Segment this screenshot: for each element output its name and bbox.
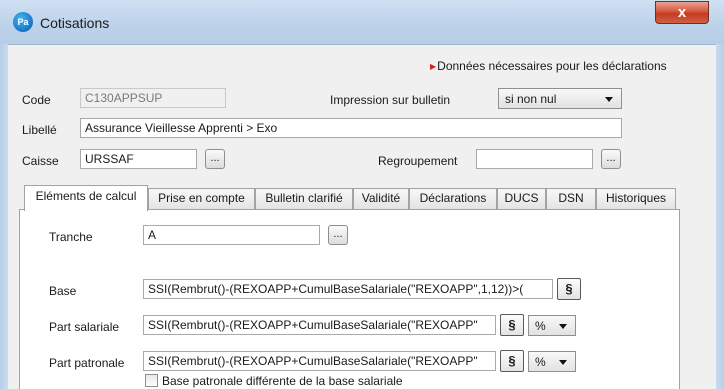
tab-declarations[interactable]: Déclarations: [409, 188, 497, 209]
chevron-down-icon: [605, 97, 613, 102]
tab-historiques[interactable]: Historiques: [596, 188, 676, 209]
window-title: Cotisations: [40, 15, 110, 31]
title-bar: Pa Cotisations x: [0, 0, 724, 44]
part-salariale-unit-value: %: [535, 319, 546, 333]
part-salariale-unit-select[interactable]: %: [528, 315, 576, 336]
tab-elements-de-calcul[interactable]: Eléments de calcul: [24, 185, 148, 211]
tab-validite[interactable]: Validité: [353, 188, 409, 209]
chevron-down-icon: [559, 324, 567, 329]
part-salariale-formula-field[interactable]: SSI(Rembrut()-(REXOAPP+CumulBaseSalarial…: [143, 315, 496, 335]
caisse-label: Caisse: [22, 154, 59, 168]
regroupement-browse-button[interactable]: ...: [601, 149, 621, 169]
impression-select-value: si non nul: [505, 92, 557, 106]
base-formula-field[interactable]: SSI(Rembrut()-(REXOAPP+CumulBaseSalarial…: [143, 279, 553, 299]
tranche-browse-button[interactable]: ...: [328, 225, 348, 245]
impression-select[interactable]: si non nul: [498, 88, 622, 109]
part-patronale-label: Part patronale: [49, 356, 125, 370]
impression-label: Impression sur bulletin: [330, 93, 451, 107]
window-frame-left: [0, 44, 8, 389]
window-frame-right: [716, 44, 724, 389]
chevron-down-icon: [559, 360, 567, 365]
tab-prise-en-compte[interactable]: Prise en compte: [148, 188, 255, 209]
caisse-browse-button[interactable]: ...: [205, 149, 225, 169]
part-patronale-formula-field[interactable]: SSI(Rembrut()-(REXOAPP+CumulBaseSalarial…: [143, 351, 496, 371]
base-patronale-differente-checkbox[interactable]: [145, 374, 158, 387]
libelle-label: Libellé: [22, 123, 57, 137]
red-arrow-icon: ▶: [430, 62, 437, 71]
tranche-field[interactable]: A: [143, 225, 320, 245]
base-patronale-differente-label: Base patronale différente de la base sal…: [162, 374, 403, 388]
part-patronale-unit-select[interactable]: %: [528, 351, 576, 372]
regroupement-label: Regroupement: [378, 154, 458, 168]
regroupement-field[interactable]: [476, 149, 593, 169]
base-formula-editor-button[interactable]: §: [557, 278, 581, 300]
tranche-label: Tranche: [49, 230, 93, 244]
tab-ducs[interactable]: DUCS: [497, 188, 546, 209]
base-label: Base: [49, 284, 77, 298]
part-salariale-formula-editor-button[interactable]: §: [500, 314, 524, 336]
part-patronale-unit-value: %: [535, 355, 546, 369]
caisse-field[interactable]: URSSAF: [80, 149, 197, 169]
tab-dsn[interactable]: DSN: [546, 188, 596, 209]
close-icon: x: [677, 4, 687, 21]
code-label: Code: [22, 93, 51, 107]
libelle-field[interactable]: Assurance Vieillesse Apprenti > Exo: [80, 118, 622, 138]
code-field[interactable]: C130APPSUP: [80, 88, 226, 108]
required-fields-hint: ▶Données nécessaires pour les déclaratio…: [430, 59, 667, 73]
part-patronale-formula-editor-button[interactable]: §: [500, 350, 524, 372]
close-button[interactable]: x: [655, 1, 709, 24]
tab-bulletin-clarifie[interactable]: Bulletin clarifié: [255, 188, 353, 209]
app-icon: Pa: [13, 12, 33, 32]
part-salariale-label: Part salariale: [49, 320, 120, 334]
